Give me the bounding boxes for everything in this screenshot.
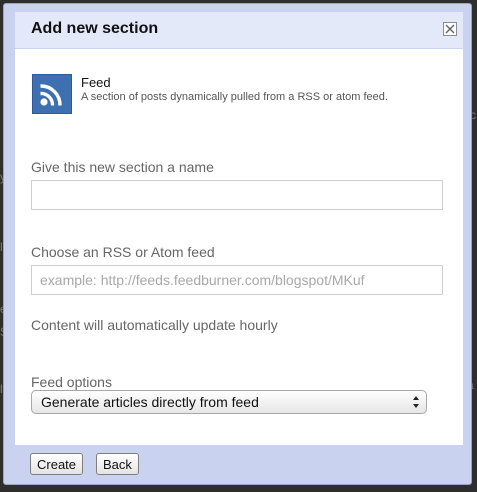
- back-button[interactable]: Back: [96, 453, 139, 475]
- section-name-input[interactable]: [31, 180, 443, 210]
- feed-type-description: A section of posts dynamically pulled fr…: [81, 91, 388, 103]
- create-button[interactable]: Create: [30, 453, 84, 475]
- feed-options-selected-value: Generate articles directly from feed: [41, 394, 259, 410]
- rss-feed-icon: [32, 74, 72, 114]
- feed-url-label: Choose an RSS or Atom feed: [31, 244, 215, 260]
- dialog-titlebar: Add new section: [15, 12, 463, 48]
- feed-type-title: Feed: [81, 75, 111, 90]
- dialog-content: Feed A section of posts dynamically pull…: [15, 49, 463, 445]
- dialog-footer: Create Back: [15, 445, 463, 481]
- feed-options-label: Feed options: [31, 374, 112, 390]
- update-note: Content will automatically update hourly: [31, 317, 278, 333]
- close-x-icon: [445, 24, 455, 34]
- add-section-dialog: Add new section Feed A section of posts …: [3, 3, 472, 485]
- feed-options-select[interactable]: Generate articles directly from feed: [31, 390, 427, 414]
- section-name-label: Give this new section a name: [31, 159, 214, 175]
- dialog-title: Add new section: [31, 20, 159, 37]
- close-button[interactable]: [443, 22, 457, 36]
- select-arrows-icon: [413, 396, 419, 408]
- feed-url-input[interactable]: [31, 265, 443, 295]
